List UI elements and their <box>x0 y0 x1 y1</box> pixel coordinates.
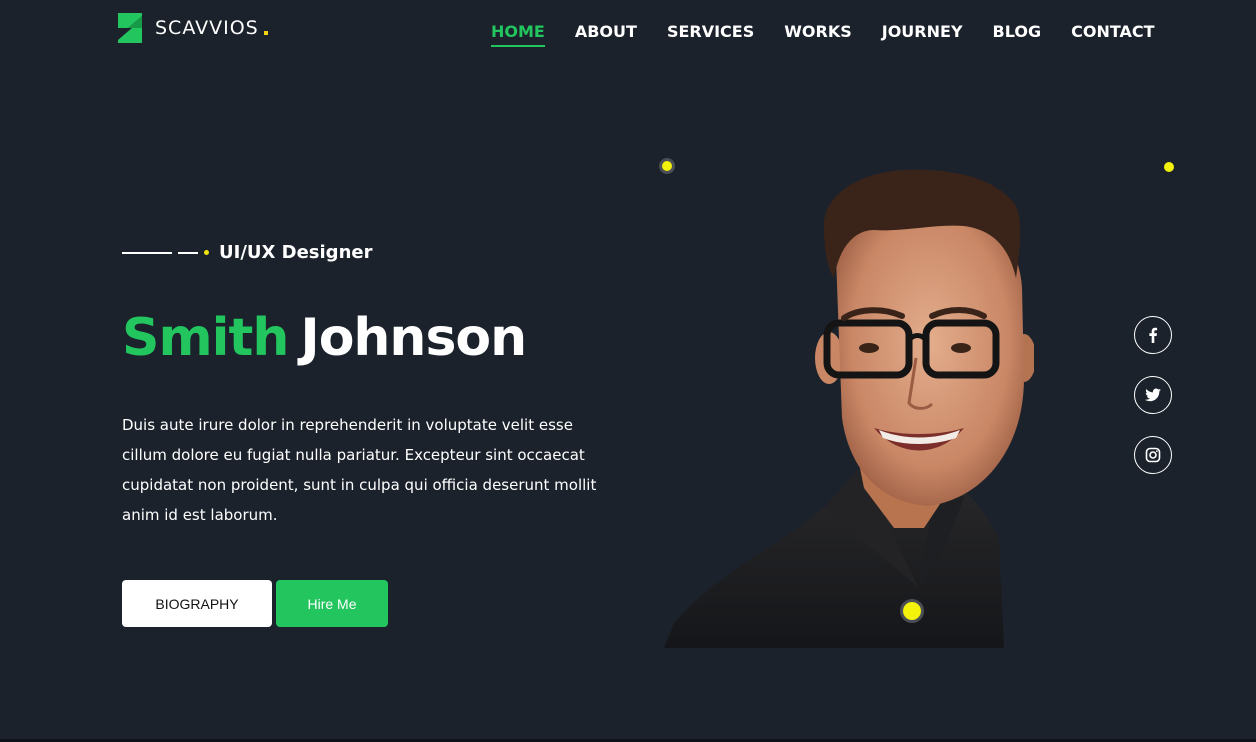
hero-description: Duis aute irure dolor in reprehenderit i… <box>122 416 597 524</box>
nav-item-services[interactable]: SERVICES <box>667 22 754 47</box>
hero-name: Smith Johnson <box>122 308 527 368</box>
instagram-link[interactable] <box>1134 436 1172 474</box>
hire-me-button[interactable]: Hire Me <box>276 580 388 627</box>
biography-button[interactable]: BIOGRAPHY <box>122 580 272 627</box>
nav-item-contact[interactable]: CONTACT <box>1071 22 1154 47</box>
brand-dot <box>263 31 268 35</box>
role-title: UI/UX Designer <box>219 242 373 263</box>
role-divider-long <box>122 251 172 254</box>
instagram-icon <box>1145 447 1161 463</box>
nav-item-works[interactable]: WORKS <box>784 22 852 47</box>
hero-role: UI/UX Designer <box>122 242 372 263</box>
main-nav: HOME ABOUT SERVICES WORKS JOURNEY BLOG C… <box>491 22 1155 47</box>
nav-item-journey[interactable]: JOURNEY <box>882 22 963 47</box>
brand-logo[interactable]: SCAVVIOS <box>118 13 268 43</box>
brand-name: SCAVVIOS <box>155 17 259 39</box>
role-divider-short <box>178 251 198 254</box>
hero-first-name: Smith <box>122 308 289 368</box>
logo-mark-icon <box>118 13 142 43</box>
nav-item-blog[interactable]: BLOG <box>993 22 1042 47</box>
twitter-link[interactable] <box>1134 376 1172 414</box>
nav-item-about[interactable]: ABOUT <box>575 22 637 47</box>
decorative-dot <box>903 602 921 620</box>
facebook-link[interactable] <box>1134 316 1172 354</box>
profile-photo <box>664 169 1034 648</box>
hero-last-name: Johnson <box>300 308 527 368</box>
twitter-icon <box>1145 388 1161 402</box>
facebook-icon <box>1149 327 1158 343</box>
role-dot <box>204 250 209 255</box>
nav-item-home[interactable]: HOME <box>491 22 545 47</box>
decorative-dot <box>1164 162 1174 172</box>
